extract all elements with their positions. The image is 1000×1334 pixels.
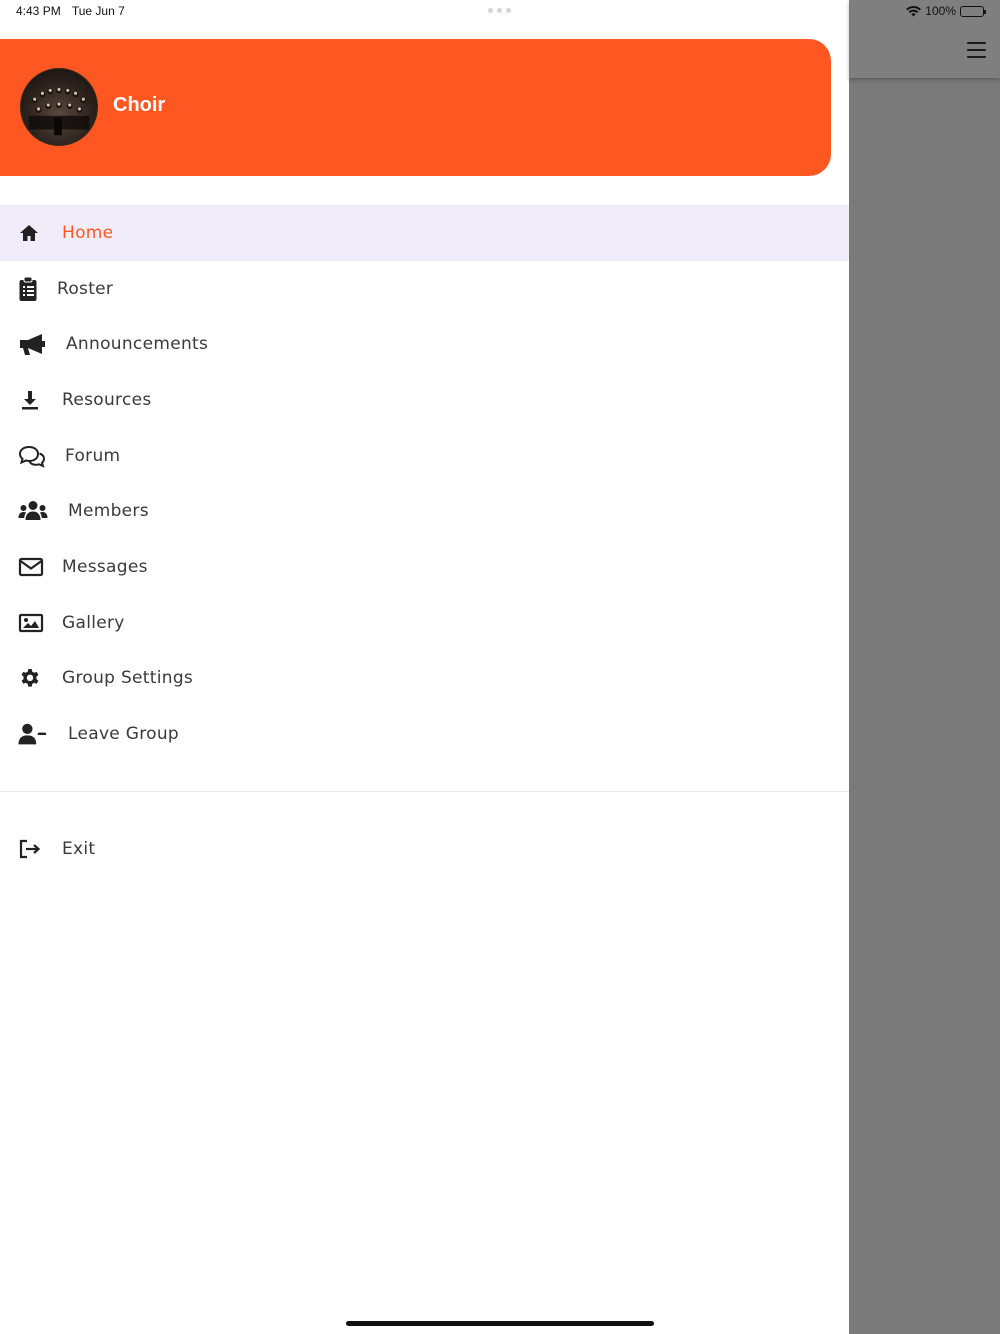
scrim-overlay[interactable]: 100% bbox=[849, 0, 1000, 1334]
nav-item-messages[interactable]: Messages bbox=[0, 539, 849, 595]
nav-item-label: Announcements bbox=[66, 334, 209, 355]
envelope-icon bbox=[18, 554, 48, 580]
nav-item-forum[interactable]: Forum bbox=[0, 428, 849, 484]
clipboard-list-icon bbox=[18, 276, 48, 302]
user-minus-icon bbox=[18, 721, 48, 747]
battery-icon bbox=[960, 5, 986, 17]
nav-item-label: Messages bbox=[62, 556, 148, 577]
nav-item-exit[interactable]: Exit bbox=[0, 821, 849, 877]
gear-icon bbox=[18, 665, 48, 691]
drawer-menu: Home Roster Announcements Resources Foru… bbox=[0, 205, 849, 762]
download-icon bbox=[18, 387, 48, 413]
status-bar-right: 100% bbox=[906, 4, 986, 18]
nav-item-label: Gallery bbox=[62, 612, 125, 633]
home-icon bbox=[18, 220, 48, 246]
battery-percent: 100% bbox=[925, 4, 956, 18]
nav-item-roster[interactable]: Roster bbox=[0, 261, 849, 317]
group-avatar bbox=[20, 68, 98, 146]
nav-item-label: Group Settings bbox=[62, 668, 194, 689]
nav-item-group-settings[interactable]: Group Settings bbox=[0, 651, 849, 707]
drawer-header: Choir bbox=[0, 39, 831, 176]
status-time: 4:43 PM bbox=[16, 4, 61, 18]
nav-item-leave-group[interactable]: Leave Group bbox=[0, 706, 849, 762]
nav-item-label: Members bbox=[68, 501, 149, 522]
nav-item-announcements[interactable]: Announcements bbox=[0, 316, 849, 372]
home-indicator[interactable] bbox=[346, 1321, 654, 1326]
nav-item-label: Resources bbox=[62, 389, 152, 410]
status-date: Tue Jun 7 bbox=[71, 4, 125, 18]
hamburger-menu-icon[interactable] bbox=[967, 42, 986, 58]
nav-item-members[interactable]: Members bbox=[0, 483, 849, 539]
status-bar-left: 4:43 PM Tue Jun 7 bbox=[16, 4, 133, 18]
nav-item-home[interactable]: Home bbox=[0, 205, 849, 261]
nav-item-gallery[interactable]: Gallery bbox=[0, 595, 849, 651]
sign-out-icon bbox=[18, 836, 48, 862]
menu-divider bbox=[0, 791, 849, 792]
image-icon bbox=[18, 610, 48, 636]
nav-item-label: Exit bbox=[62, 838, 96, 859]
megaphone-icon bbox=[18, 331, 48, 357]
nav-item-label: Roster bbox=[57, 278, 114, 299]
nav-item-label: Leave Group bbox=[68, 724, 180, 745]
navigation-drawer: 4:43 PM Tue Jun 7 Choir Home Roster Anno… bbox=[0, 0, 849, 1334]
multitasking-dots[interactable] bbox=[488, 8, 511, 13]
users-icon bbox=[18, 498, 48, 524]
nav-item-label: Home bbox=[62, 222, 114, 243]
chat-bubbles-icon bbox=[18, 443, 48, 469]
group-name: Choir bbox=[113, 94, 166, 116]
nav-item-resources[interactable]: Resources bbox=[0, 372, 849, 428]
wifi-icon bbox=[906, 5, 922, 16]
nav-item-label: Forum bbox=[65, 445, 121, 466]
